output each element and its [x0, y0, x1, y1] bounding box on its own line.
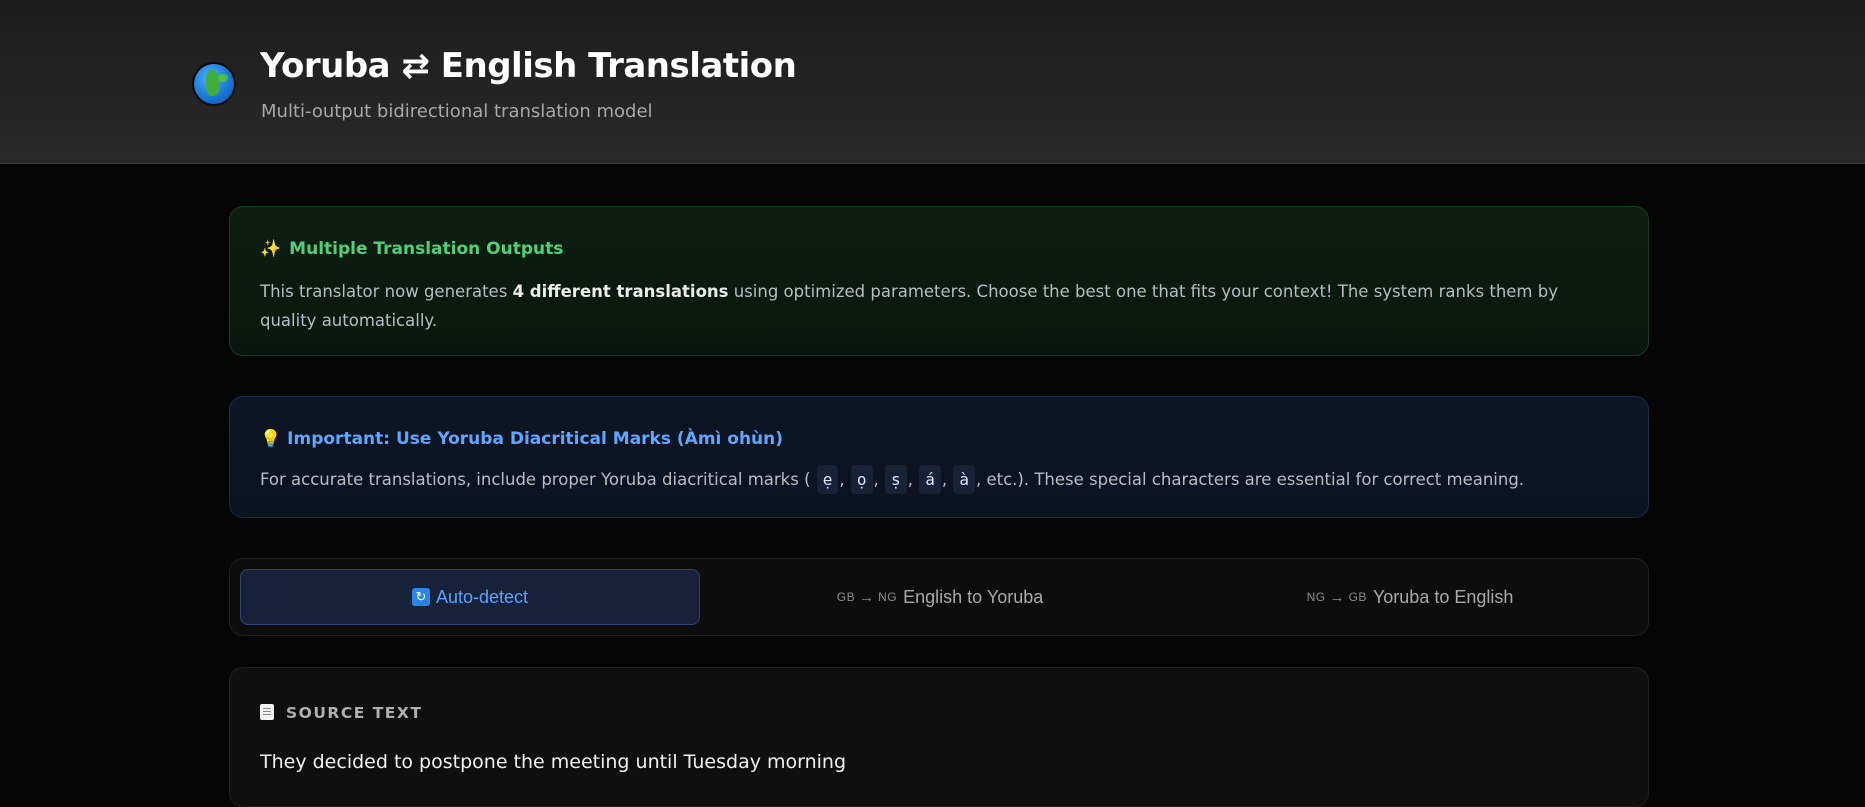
arrow-right-icon: → [859, 588, 875, 606]
notice-body-bold: 4 different translations [512, 282, 729, 301]
notice-body: For accurate translations, include prope… [260, 465, 1618, 494]
tab-label: Yoruba to English [1372, 586, 1514, 607]
notice-heading-text: Important: Use Yoruba Diacritical Marks … [287, 429, 784, 449]
arrow-right-icon: → [1329, 588, 1345, 606]
source-text-label: SOURCE TEXT [260, 704, 422, 722]
flag-ng-icon: NG [878, 590, 898, 604]
diacritic-chip: ṣ [885, 465, 907, 494]
source-text-input[interactable]: They decided to postpone the meeting unt… [260, 751, 846, 773]
notice-heading: ✨ Multiple Translation Outputs [260, 239, 563, 259]
notice-body-prefix: For accurate translations, include prope… [260, 470, 811, 489]
memo-icon [260, 704, 274, 720]
diacritic-chip: à [953, 465, 975, 494]
page-title: Yoruba ⇄ English Translation [260, 46, 797, 86]
notice-body-prefix: This translator now generates [260, 282, 513, 301]
flag-ng-icon: NG [1306, 590, 1326, 604]
direction-tabs: ↻ Auto-detect GB → NG English to Yoruba NG → G… [229, 558, 1649, 636]
sparkles-icon: ✨ [260, 239, 282, 259]
multiple-outputs-notice: ✨ Multiple Translation Outputs This trans… [229, 206, 1649, 356]
page-subtitle: Multi-output bidirectional translation m… [261, 101, 653, 122]
tab-label: English to Yoruba [903, 586, 1044, 607]
source-text-panel: SOURCE TEXT They decided to postpone the… [229, 667, 1649, 807]
page-header: Yoruba ⇄ English Translation Multi-outpu… [0, 0, 1865, 164]
diacritic-chip: ọ [850, 465, 873, 494]
tab-english-to-yoruba[interactable]: GB → NG English to Yoruba [710, 569, 1170, 625]
notice-heading: 💡 Important: Use Yoruba Diacritical Marks… [260, 429, 783, 449]
refresh-icon: ↻ [411, 588, 430, 606]
lightbulb-icon: 💡 [260, 429, 282, 449]
tab-label: Auto-detect [435, 586, 529, 607]
tab-yoruba-to-english[interactable]: NG → GB Yoruba to English [1180, 569, 1640, 625]
tab-auto-detect[interactable]: ↻ Auto-detect [240, 569, 700, 625]
notice-body: This translator now generates 4 differen… [260, 277, 1618, 335]
diacritic-chip: ẹ [816, 465, 839, 494]
globe-africa-icon [194, 64, 234, 104]
diacritics-notice: 💡 Important: Use Yoruba Diacritical Marks… [229, 396, 1649, 518]
notice-heading-text: Multiple Translation Outputs [289, 239, 564, 259]
source-label-text: SOURCE TEXT [286, 704, 423, 722]
flag-gb-icon: GB [836, 590, 856, 604]
notice-body-suffix: , etc.). These special characters are es… [975, 470, 1525, 489]
diacritic-chip: á [919, 465, 941, 494]
flag-gb-icon: GB [1348, 590, 1367, 604]
